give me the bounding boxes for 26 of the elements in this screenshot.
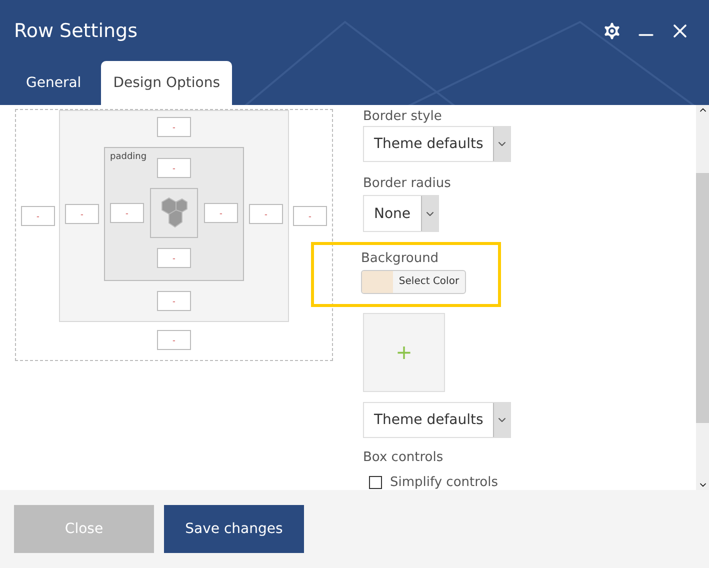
select-field[interactable]: None	[363, 195, 439, 232]
field-label: Border radius	[363, 176, 451, 192]
select-field[interactable]: Theme defaults	[363, 402, 512, 438]
window-title: Row Settings	[14, 20, 138, 42]
margin-input[interactable]: -	[204, 203, 238, 223]
checkbox-label[interactable]: Simplify controls	[369, 475, 498, 490]
margin-input[interactable]: -	[65, 204, 99, 224]
margin-input[interactable]: -	[157, 330, 191, 350]
margin-input[interactable]: -	[157, 291, 191, 311]
margin-input[interactable]: -	[249, 204, 283, 224]
margin-input[interactable]: -	[110, 203, 144, 223]
margin-input[interactable]: -	[157, 158, 191, 178]
padding-label: padding	[110, 152, 147, 162]
scrollbar[interactable]	[696, 105, 709, 490]
margin-input[interactable]: -	[21, 206, 55, 226]
field-label: Border style	[363, 109, 442, 124]
tab[interactable]: Design Options	[101, 61, 232, 105]
field-label: Box controls	[363, 450, 444, 465]
tab[interactable]: General	[14, 61, 94, 105]
select-field[interactable]: Theme defaults	[363, 126, 512, 162]
margin-input[interactable]: -	[157, 117, 191, 137]
field-label: Background	[361, 250, 440, 266]
select-color-button[interactable]: Select Color	[361, 270, 466, 294]
margin-input[interactable]: -	[157, 248, 191, 268]
margin-input[interactable]: -	[293, 206, 327, 226]
footer-button[interactable]: Save changes	[164, 505, 304, 553]
